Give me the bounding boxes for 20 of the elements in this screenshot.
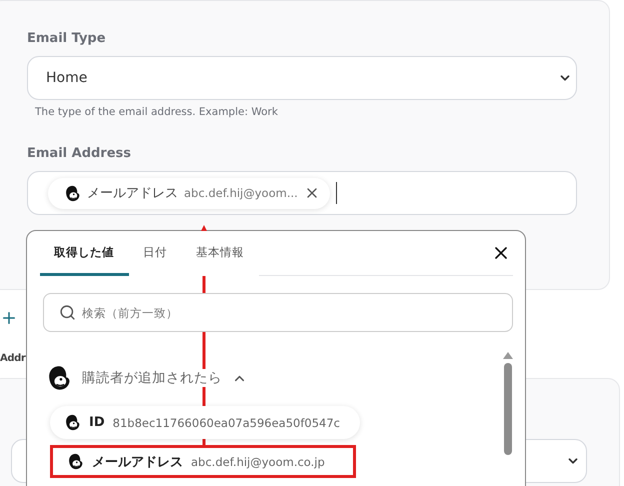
monkey-icon [67,453,84,470]
section-label: Addr [0,352,26,366]
search-icon [59,304,76,321]
monkey-icon [46,365,72,391]
email-address-field[interactable]: メールアドレス abc.def.hij@yoom... [27,171,577,215]
field-hint: The type of the email address. Example: Work [35,106,279,118]
field-label: Email Type [27,31,107,46]
value-item[interactable]: メールアドレス abc.def.hij@yoom.co.jp [50,445,356,478]
group-title[interactable]: 購読者が追加されたら [82,369,222,387]
add-icon[interactable] [0,309,18,327]
email-type-select[interactable]: Home [27,56,577,100]
field-label: Email Address [27,146,132,161]
monkey-icon [64,414,81,431]
value-token[interactable]: メールアドレス abc.def.hij@yoom... [48,178,330,208]
value-item[interactable]: ID 81b8ec11766060ea07a596ea50f0547c [50,406,360,439]
monkey-icon [64,184,81,202]
search-field[interactable]: 検索（前方一致） [43,293,513,332]
picker-tab[interactable]: 基本情報 [182,231,259,276]
scroll-up-icon[interactable] [503,352,513,359]
scrollbar-thumb[interactable] [504,363,512,455]
